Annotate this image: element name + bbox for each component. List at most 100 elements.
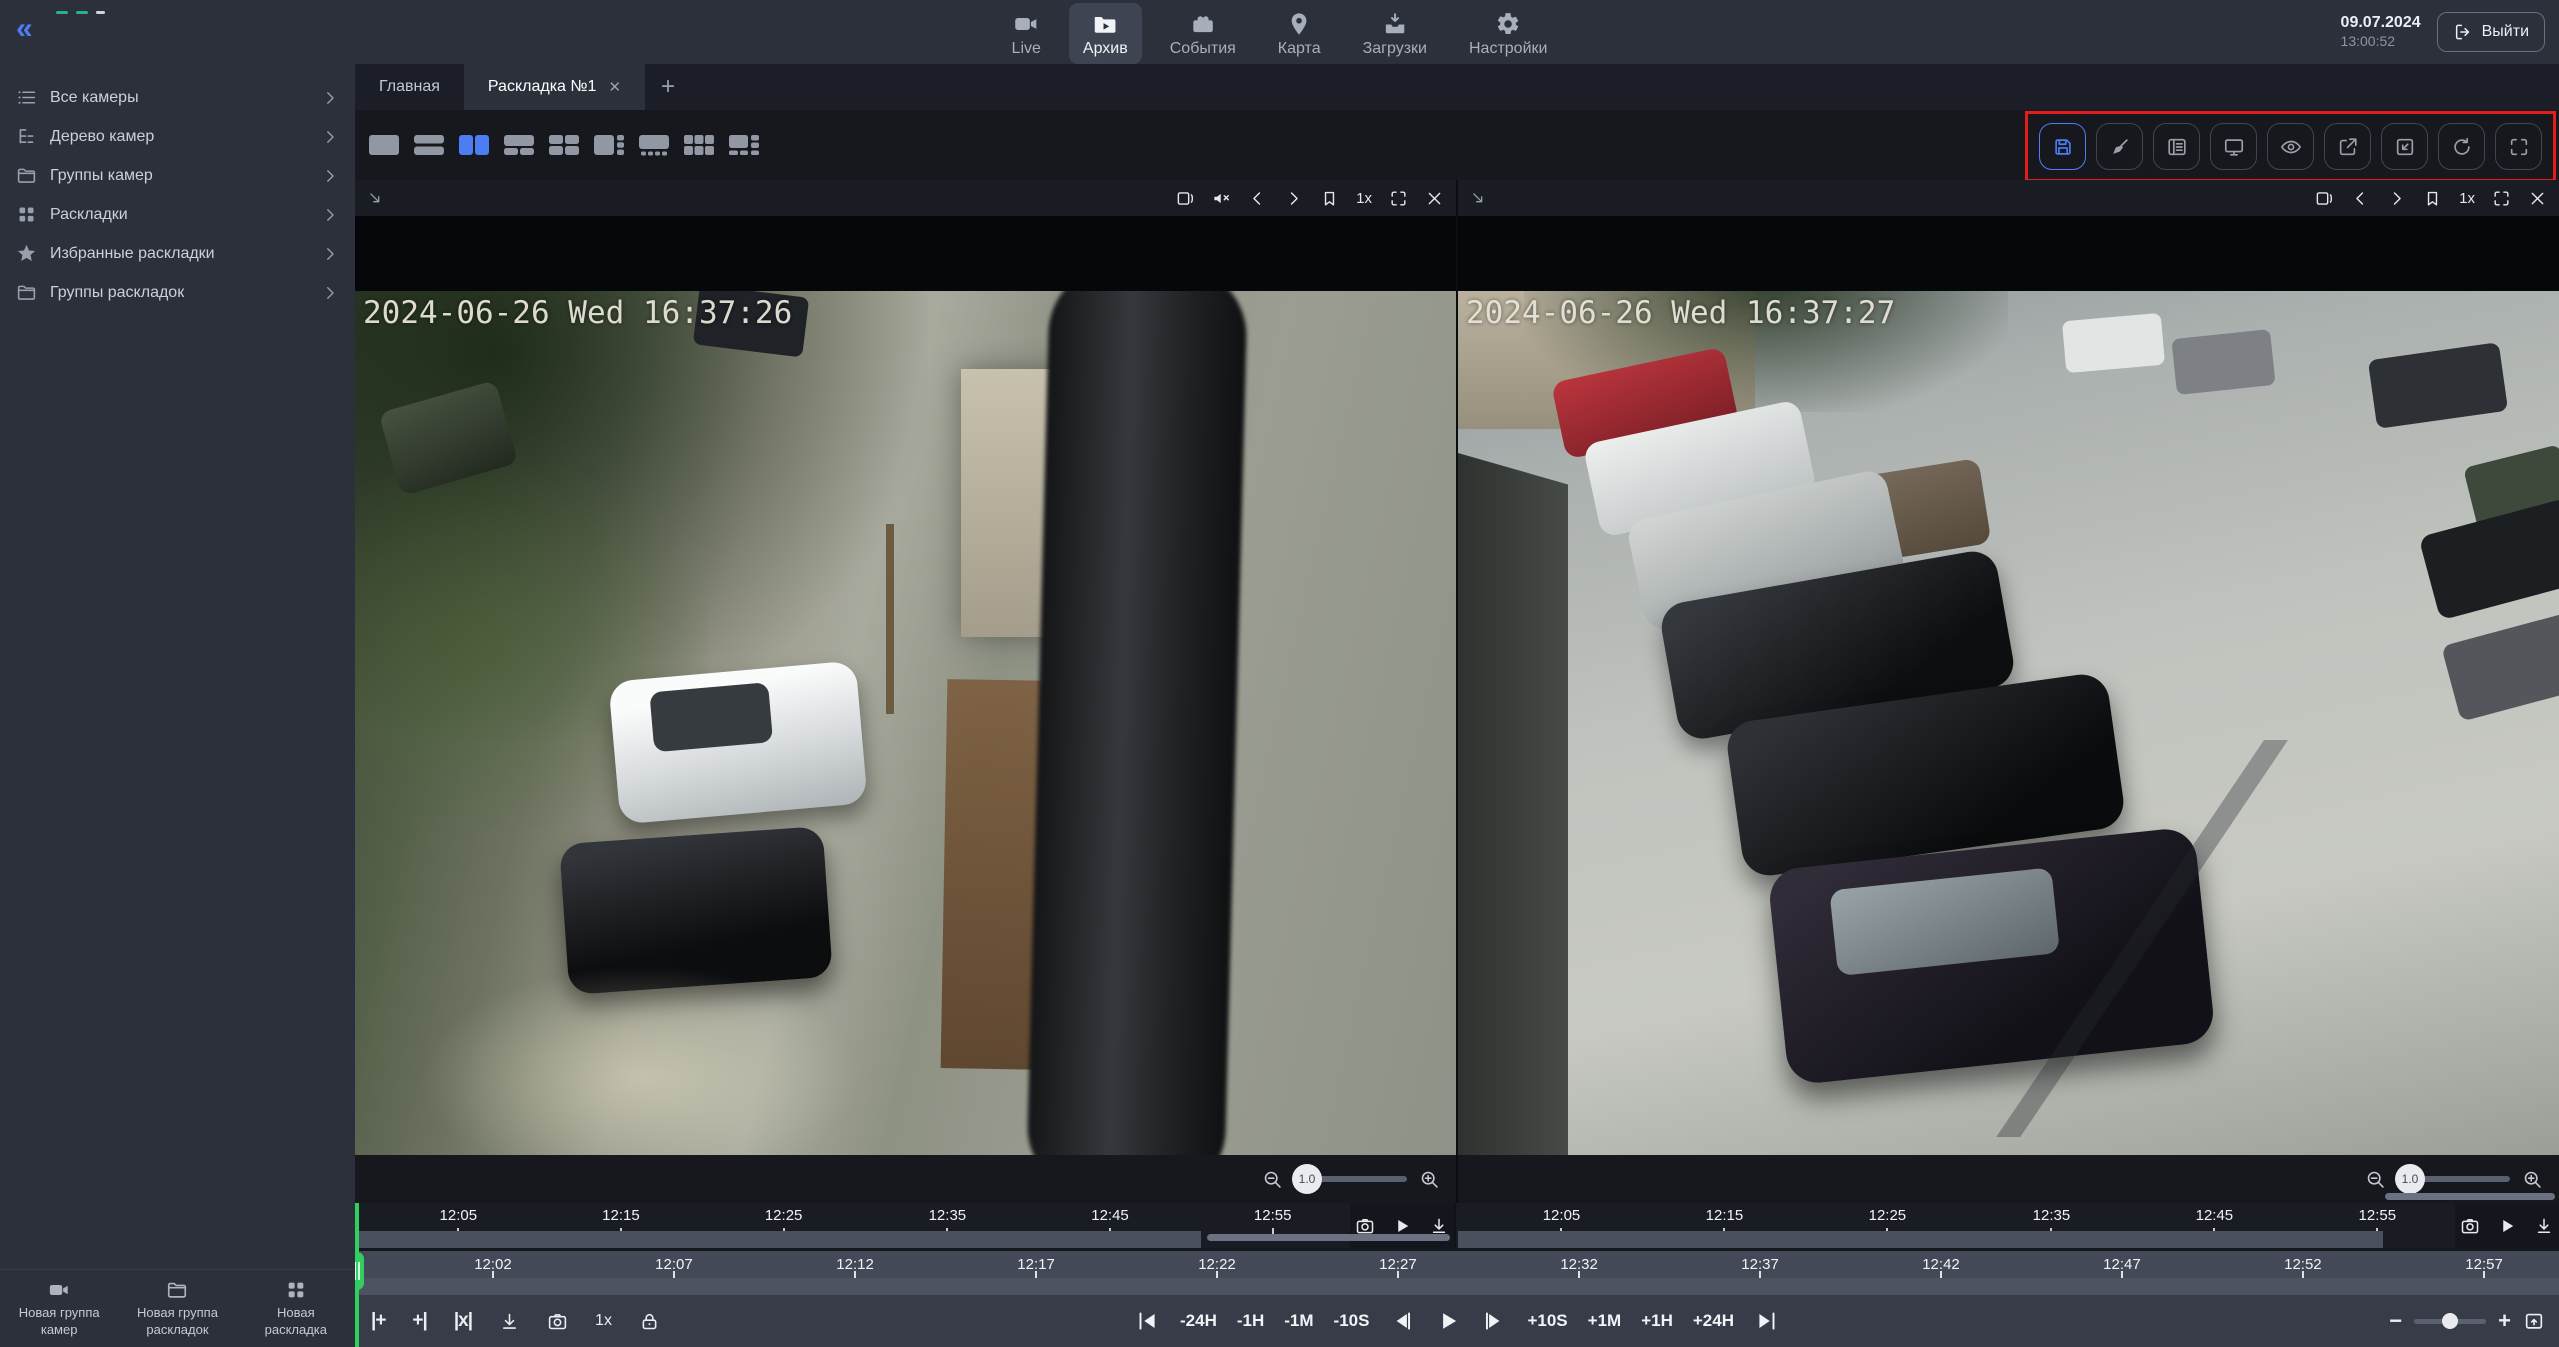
tab-home[interactable]: Главная [355,64,464,110]
step-back-icon[interactable] [1389,1308,1415,1334]
timeline-zoom-slider[interactable] [2414,1319,2486,1324]
fullscreen-button[interactable] [2495,123,2542,170]
camera-speed[interactable]: 1x [1356,190,1372,207]
play-icon[interactable] [1392,1216,1412,1236]
resize-handle-icon[interactable] [1470,190,1487,207]
report-panel-button[interactable] [2153,123,2200,170]
skip-to-start-icon[interactable] [1134,1308,1160,1334]
clear-layout-button[interactable] [2096,123,2143,170]
bookmark-icon[interactable] [2423,189,2442,208]
nav-archive[interactable]: Архив [1069,3,1142,64]
jump-fwd-24h-button[interactable]: +24H [1693,1311,1734,1331]
display-button[interactable] [2210,123,2257,170]
layout-1-button[interactable] [367,132,401,158]
sidebar-item-favorite-layouts[interactable]: Избранные раскладки [0,234,355,273]
next-record-icon[interactable] [2387,189,2406,208]
zoom-slider[interactable]: 1.0 [1295,1176,1407,1182]
new-layout-button[interactable]: Новаяраскладка [237,1270,355,1347]
layout-mixed-button[interactable] [727,132,761,158]
layout-2rows-button[interactable] [412,132,446,158]
jump-back-24h-button[interactable]: -24H [1180,1311,1217,1331]
add-tab-button[interactable]: + [645,64,691,110]
play-icon[interactable] [2497,1216,2517,1236]
timeline-scrollbar[interactable] [1207,1234,1450,1241]
timeline-scrollbar[interactable] [2385,1193,2555,1200]
nav-settings[interactable]: Настройки [1455,3,1561,64]
layout-1plus2-button[interactable] [502,132,536,158]
pip-icon[interactable] [1176,189,1195,208]
collapse-sidebar-button[interactable]: « [16,14,31,44]
snapshot-icon[interactable] [1355,1216,1375,1236]
collapse-window-button[interactable] [2381,123,2428,170]
download-icon[interactable] [1429,1216,1449,1236]
zoom-in-icon[interactable] [1419,1169,1440,1190]
recording-band[interactable] [355,1231,1201,1248]
reset-layout-button[interactable] [2438,123,2485,170]
layout-2cols-button[interactable] [457,132,491,158]
layout-1plus4-button[interactable] [637,132,671,158]
zoom-slider[interactable]: 1.0 [2398,1176,2510,1182]
sidebar-item-layout-groups[interactable]: Группы раскладок [0,273,355,312]
insert-after-button[interactable]: +| [412,1310,426,1332]
jump-back-1h-button[interactable]: -1H [1237,1311,1264,1331]
tile-fullscreen-icon[interactable] [1389,189,1408,208]
camera-1-video[interactable]: 2024-06-26 Wed 16:37:26 [355,216,1456,1155]
new-camera-group-button[interactable]: Новая группакамер [0,1270,118,1347]
timeline-zoom-out-button[interactable]: − [2389,1310,2402,1332]
camera-2-timeline[interactable]: 12:05 12:15 12:25 12:35 12:45 12:55 [1458,1203,2559,1248]
play-icon[interactable] [1435,1308,1461,1334]
close-tile-icon[interactable] [2528,189,2547,208]
overview-timeline[interactable]: 12:02 12:07 12:12 12:17 12:22 12:27 12:3… [355,1248,2559,1295]
zoom-in-icon[interactable] [2522,1169,2543,1190]
save-layout-button[interactable] [2039,123,2086,170]
logout-button[interactable]: Выйти [2437,12,2545,52]
zoom-out-icon[interactable] [2365,1169,2386,1190]
slider-handle[interactable] [2442,1313,2458,1329]
snapshot-icon[interactable] [547,1311,568,1332]
camera-speed[interactable]: 1x [2459,190,2475,207]
mute-icon[interactable] [1212,189,1231,208]
playback-speed[interactable]: 1x [595,1312,612,1330]
close-tile-icon[interactable] [1425,189,1444,208]
bookmark-icon[interactable] [1320,189,1339,208]
download-icon[interactable] [499,1311,520,1332]
camera-1-timeline[interactable]: 12:05 12:15 12:25 12:35 12:45 12:55 [355,1203,1456,1248]
open-external-button[interactable] [2324,123,2371,170]
zoom-slider-handle[interactable]: 1.0 [1292,1164,1322,1194]
new-layout-group-button[interactable]: Новая группараскладок [118,1270,236,1347]
layout-2x2-button[interactable] [547,132,581,158]
tab-layout-1[interactable]: Раскладка №1 ✕ [464,64,645,110]
prev-record-icon[interactable] [2351,189,2370,208]
skip-to-end-icon[interactable] [1754,1308,1780,1334]
download-icon[interactable] [2534,1216,2554,1236]
next-record-icon[interactable] [1284,189,1303,208]
sidebar-item-all-cameras[interactable]: Все камеры [0,78,355,117]
overview-recording-band[interactable] [355,1278,2559,1295]
remove-interval-button[interactable]: |x| [454,1310,472,1332]
zoom-out-icon[interactable] [1262,1169,1283,1190]
snapshot-icon[interactable] [2460,1216,2480,1236]
watch-mode-button[interactable] [2267,123,2314,170]
step-forward-icon[interactable] [1481,1308,1507,1334]
jump-back-10s-button[interactable]: -10S [1334,1311,1370,1331]
nav-live[interactable]: Live [998,3,1055,64]
playhead[interactable] [355,1203,359,1347]
nav-downloads[interactable]: Загрузки [1349,3,1441,64]
jump-fwd-10s-button[interactable]: +10S [1527,1311,1567,1331]
recording-band[interactable] [1458,1231,2383,1248]
timeline-zoom-in-button[interactable]: + [2498,1310,2511,1332]
jump-fwd-1h-button[interactable]: +1H [1641,1311,1673,1331]
timeline-fit-icon[interactable] [2523,1310,2545,1332]
pip-icon[interactable] [2315,189,2334,208]
resize-handle-icon[interactable] [367,190,384,207]
camera-2-video[interactable]: 2024-06-26 Wed 16:37:27 [1458,216,2559,1155]
prev-record-icon[interactable] [1248,189,1267,208]
jump-fwd-1m-button[interactable]: +1M [1588,1311,1622,1331]
sidebar-item-camera-tree[interactable]: Дерево камер [0,117,355,156]
sidebar-item-camera-groups[interactable]: Группы камер [0,156,355,195]
insert-before-button[interactable]: |+ [371,1310,385,1332]
nav-events[interactable]: События [1156,3,1250,64]
tab-close-icon[interactable]: ✕ [608,78,621,96]
layout-3x2-button[interactable] [682,132,716,158]
tile-fullscreen-icon[interactable] [2492,189,2511,208]
